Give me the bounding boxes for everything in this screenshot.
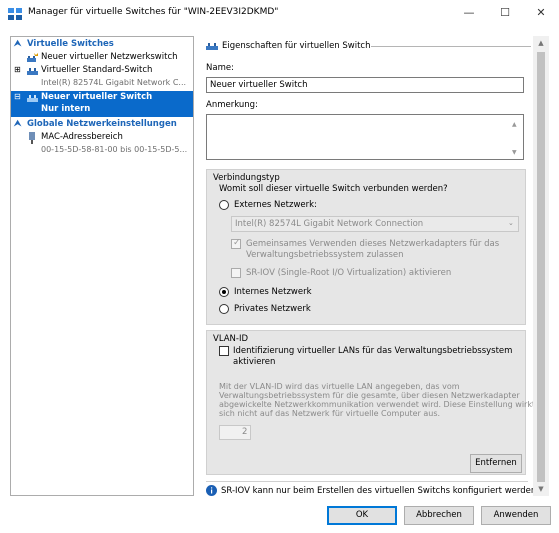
new-switch-icon — [27, 53, 38, 62]
vlan-description-4: sich nicht auf das Netzwerk für virtuell… — [219, 409, 441, 418]
divider — [371, 46, 531, 47]
internal-network-radio[interactable] — [219, 287, 229, 297]
tree-item-label: Neuer virtueller Netzwerkswitch — [41, 52, 178, 62]
apply-button[interactable]: Anwenden — [481, 506, 551, 525]
chevron-down-icon: ⌄ — [508, 219, 514, 227]
tree-item-standard-switch[interactable]: ⊞ Virtueller Standard-Switch — [11, 65, 193, 77]
scroll-up-icon[interactable]: ▲ — [512, 121, 517, 128]
close-button[interactable]: ✕ — [523, 0, 559, 28]
collapse-icon[interactable]: ⮝ — [14, 119, 21, 129]
properties-scrollbar[interactable]: ▲ ▼ — [533, 36, 549, 496]
share-adapter-label-2: Verwaltungsbetriebssystem zulassen — [246, 250, 404, 260]
remove-button[interactable]: Entfernen — [470, 454, 522, 473]
share-adapter-checkbox[interactable] — [231, 238, 241, 249]
sriov-checkbox[interactable] — [231, 268, 241, 278]
private-network-radio[interactable] — [219, 304, 229, 314]
tree-item-label: Virtueller Standard-Switch — [41, 65, 153, 75]
internal-network-label: Internes Netzwerk — [234, 287, 312, 297]
collapse-icon[interactable]: ⊟ — [14, 92, 21, 101]
vlan-enable-label-2: aktivieren — [233, 357, 276, 367]
network-switch-icon — [206, 43, 218, 50]
vlan-id-input[interactable]: 2 — [219, 425, 251, 440]
share-adapter-label: Gemeinsames Verwenden dieses Netzwerkada… — [246, 239, 500, 249]
name-label: Name: — [206, 63, 234, 73]
network-switch-icon — [27, 68, 38, 75]
vlan-description-1: Mit der VLAN-ID wird das virtuelle LAN a… — [219, 382, 460, 391]
adapter-dropdown[interactable]: Intel(R) 82574L Gigabit Network Connecti… — [231, 216, 519, 232]
vlan-enable-checkbox[interactable] — [219, 346, 229, 356]
external-network-radio[interactable] — [219, 200, 229, 210]
tree-item-standard-switch-detail: Intel(R) 82574L Gigabit Network C... — [41, 78, 187, 87]
group-question: Womit soll dieser virtuelle Switch verbu… — [219, 184, 448, 194]
tree-item-new-switch-selected[interactable]: ⊟ Neuer virtueller Switch Nur intern — [11, 91, 193, 117]
scroll-down-icon[interactable]: ▼ — [533, 482, 549, 496]
tree-header-label: Virtuelle Switches — [27, 39, 114, 49]
info-icon — [206, 485, 217, 496]
scroll-up-icon[interactable]: ▲ — [533, 36, 549, 50]
mac-address-icon — [29, 132, 35, 144]
tree-header-virtual-switches[interactable]: ⮝ Virtuelle Switches — [11, 39, 193, 51]
sriov-label: SR-IOV (Single-Root I/O Virtualization) … — [246, 268, 452, 278]
scrollbar-thumb[interactable] — [537, 52, 545, 482]
name-input[interactable]: Neuer virtueller Switch — [206, 77, 524, 93]
collapse-icon[interactable]: ⮝ — [14, 39, 21, 49]
expand-icon[interactable]: ⊞ — [14, 65, 21, 74]
external-network-label: Externes Netzwerk: — [234, 200, 317, 210]
maximize-button[interactable]: ☐ — [487, 0, 523, 28]
tree-item-mac-range-detail: 00-15-5D-58-81-00 bis 00-15-5D-5... — [41, 145, 188, 154]
network-switch-icon — [27, 95, 38, 102]
title-bar: Manager für virtuelle Switches für "WIN-… — [0, 0, 559, 28]
tree-item-mac-range[interactable]: MAC-Adressbereich — [11, 132, 193, 144]
cancel-button[interactable]: Abbrechen — [404, 506, 474, 525]
vlan-description-2: Verwaltungsbetriebssystem für die gesamt… — [219, 391, 520, 400]
minimize-button[interactable]: — — [451, 0, 487, 28]
group-title: Verbindungstyp — [213, 173, 280, 183]
switch-manager-icon — [8, 8, 22, 20]
info-text: SR-IOV kann nur beim Erstellen des virtu… — [221, 486, 533, 496]
tree-header-label: Globale Netzwerkeinstellungen — [27, 119, 177, 129]
switch-tree: ⮝ Virtuelle Switches Neuer virtueller Ne… — [10, 36, 194, 496]
tree-item-label: Neuer virtueller Switch — [41, 92, 153, 102]
ok-button[interactable]: OK — [327, 506, 397, 525]
section-title: Eigenschaften für virtuellen Switch — [222, 41, 371, 51]
private-network-label: Privates Netzwerk — [234, 304, 311, 314]
connection-type-group: Verbindungstyp Womit soll dieser virtuel… — [206, 169, 526, 325]
tree-item-sublabel: Nur intern — [41, 104, 91, 114]
tree-item-new-network-switch[interactable]: Neuer virtueller Netzwerkswitch — [11, 52, 193, 64]
tree-header-global-settings[interactable]: ⮝ Globale Netzwerkeinstellungen — [11, 119, 193, 131]
vlan-enable-label: Identifizierung virtueller LANs für das … — [233, 346, 513, 356]
divider — [206, 481, 528, 482]
group-title: VLAN-ID — [213, 334, 249, 344]
window-title: Manager für virtuelle Switches für "WIN-… — [28, 7, 279, 17]
tree-item-label: MAC-Adressbereich — [41, 132, 123, 142]
note-label: Anmerkung: — [206, 100, 258, 110]
scroll-down-icon[interactable]: ▼ — [512, 149, 517, 156]
note-textarea[interactable]: ▲ ▼ — [206, 114, 524, 160]
vlan-description-3: abgewickelte Netzwerkkommunikation verwe… — [219, 400, 533, 409]
properties-panel: Eigenschaften für virtuellen Switch Name… — [200, 36, 533, 496]
